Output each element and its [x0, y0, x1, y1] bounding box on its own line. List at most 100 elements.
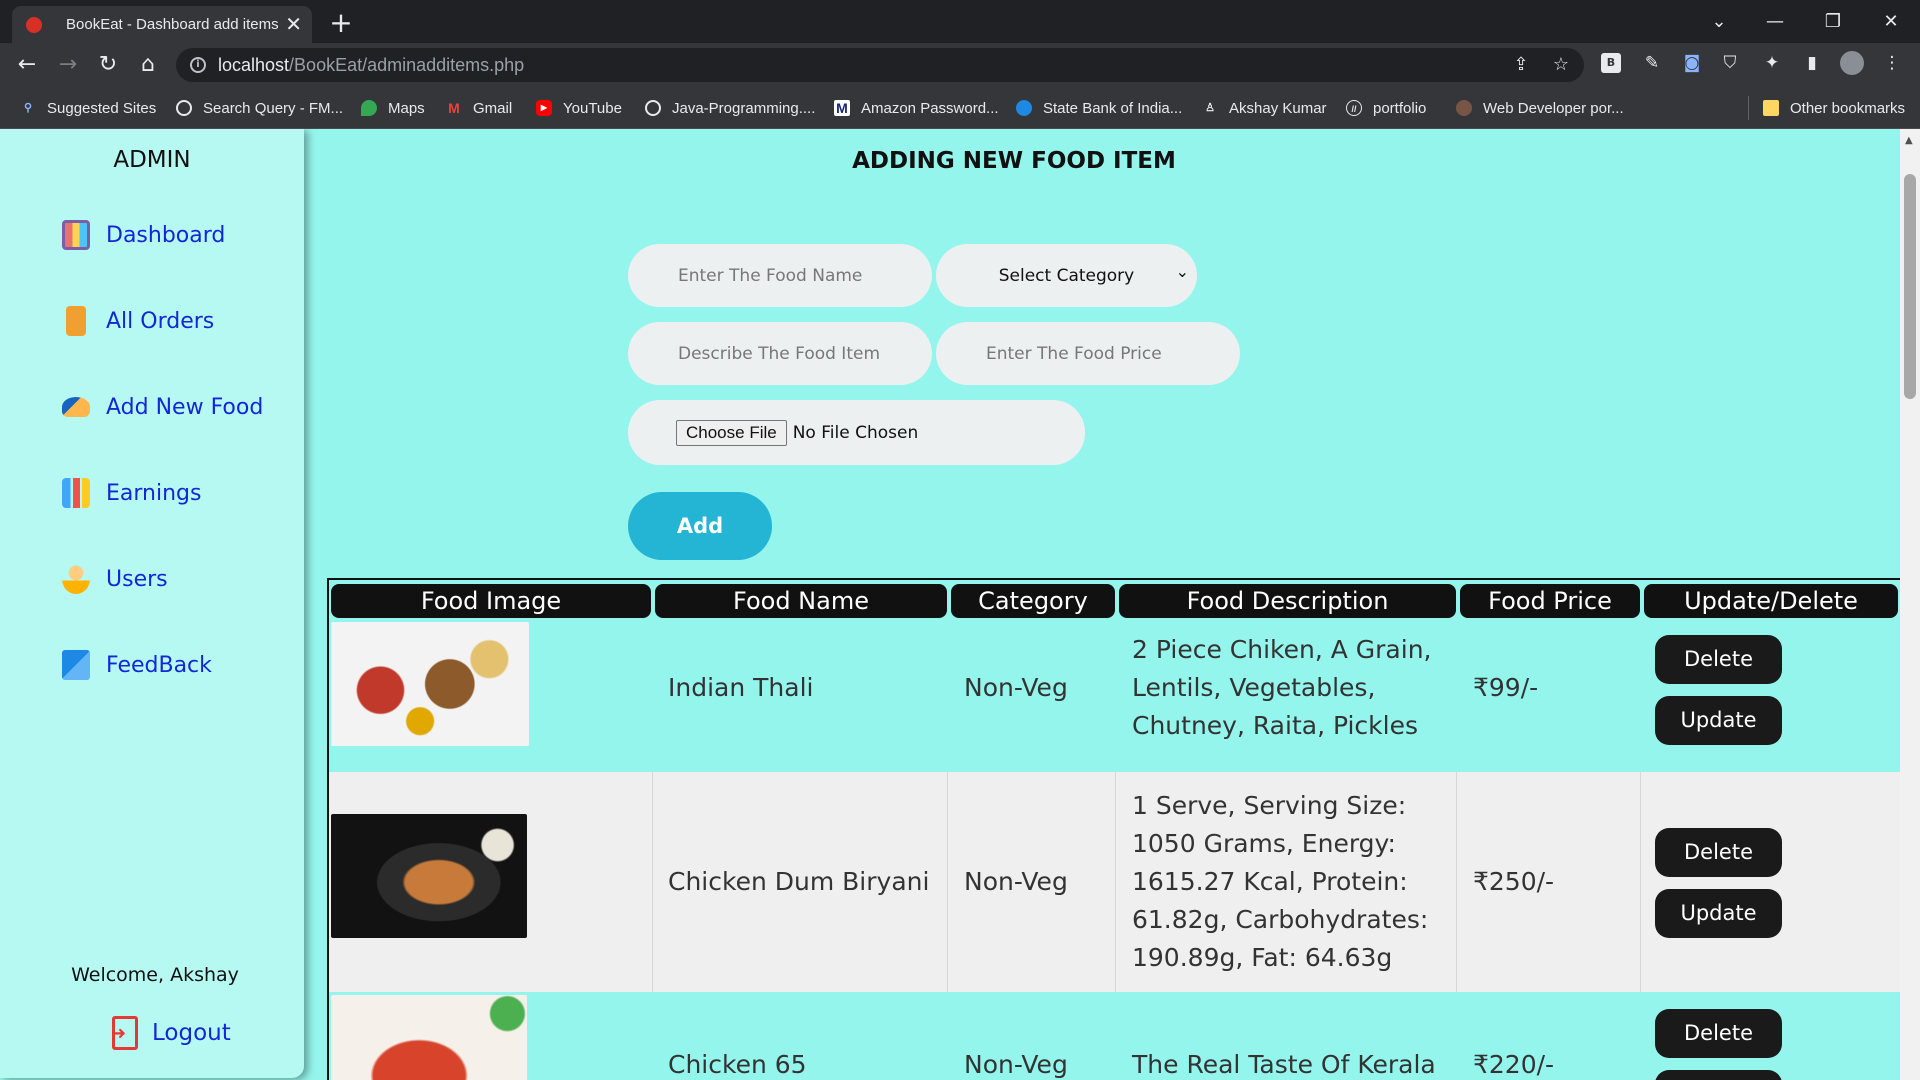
- bookmark-portfolio[interactable]: //portfolio: [1346, 97, 1426, 119]
- header-food-image: Food Image: [331, 584, 651, 618]
- description-input[interactable]: Describe The Food Item: [628, 322, 932, 385]
- address-bar[interactable]: i localhost/BookEat/adminadditems.php ⇪ …: [176, 48, 1584, 82]
- sidebar-item-feedback[interactable]: FeedBack: [62, 647, 212, 683]
- bookmark-search-query[interactable]: Search Query - FM...: [176, 97, 343, 119]
- favicon-icon: [26, 16, 42, 33]
- food-name: Indian Thali: [668, 673, 814, 702]
- bookmark-youtube[interactable]: ▶ YouTube: [536, 97, 622, 119]
- restore-icon[interactable]: ❐: [1810, 6, 1856, 38]
- close-window-icon[interactable]: ✕: [1868, 6, 1914, 38]
- delete-button[interactable]: Delete: [1655, 1009, 1782, 1058]
- column-divider: [1115, 772, 1116, 992]
- youtube-icon: ▶: [536, 100, 552, 116]
- url-host: localhost: [218, 54, 290, 75]
- extension-pen-icon[interactable]: ✎: [1640, 51, 1664, 75]
- file-input[interactable]: Choose File No File Chosen: [628, 400, 1085, 465]
- food-name-input[interactable]: Enter The Food Name: [628, 244, 932, 307]
- category-select[interactable]: Select Category ⌄: [936, 244, 1197, 307]
- update-button[interactable]: Update: [1655, 889, 1782, 938]
- globe-icon: [645, 100, 661, 116]
- food-description: 1 Serve, Serving Size: 1050 Grams, Energ…: [1132, 791, 1429, 972]
- reload-icon[interactable]: ↻: [94, 51, 122, 79]
- add-food-icon: [62, 397, 90, 417]
- delete-button[interactable]: Delete: [1655, 635, 1782, 684]
- header-category: Category: [951, 584, 1115, 618]
- extension-shield-icon[interactable]: ⛉: [1718, 51, 1742, 75]
- dashboard-icon: [62, 220, 90, 250]
- browser-chrome: BookEat - Dashboard add items ✕ + ⌄ — ❐ …: [0, 0, 1920, 129]
- sbi-icon: [1016, 100, 1032, 116]
- food-description: The Real Taste Of Kerala: [1132, 1050, 1436, 1079]
- sidebar-item-all-orders[interactable]: All Orders: [62, 303, 214, 339]
- back-icon[interactable]: ←: [13, 51, 41, 79]
- globe-icon: [176, 100, 192, 116]
- bookmark-other[interactable]: Other bookmarks: [1763, 97, 1905, 119]
- price-input[interactable]: Enter The Food Price: [936, 322, 1240, 385]
- bookmark-maps[interactable]: Maps: [361, 97, 425, 119]
- bookmark-gmail[interactable]: M Gmail: [446, 97, 512, 119]
- column-divider: [947, 772, 948, 992]
- bookmark-web-developer[interactable]: Web Developer por...: [1456, 97, 1624, 119]
- bookmark-java-programming[interactable]: Java-Programming....: [645, 97, 815, 119]
- food-table: Food Image Food Name Category Food Descr…: [327, 578, 1900, 1080]
- admin-sidebar: ADMIN Dashboard All Orders Add New Food …: [0, 129, 304, 1078]
- food-category: Non-Veg: [964, 673, 1068, 702]
- sidebar-item-add-new-food[interactable]: Add New Food: [62, 389, 263, 425]
- avatar-icon: [1456, 100, 1472, 116]
- bookmark-amazon-password[interactable]: M Amazon Password...: [834, 97, 999, 119]
- tab-title: BookEat - Dashboard add items: [66, 16, 279, 33]
- gmail-icon: M: [448, 100, 460, 116]
- food-price: ₹250/-: [1473, 867, 1555, 896]
- food-price: ₹220/-: [1473, 1050, 1555, 1079]
- sidebar-item-users[interactable]: Users: [62, 561, 168, 597]
- sidebar-title: ADMIN: [113, 147, 191, 173]
- logout-link[interactable]: Logout: [111, 1016, 231, 1050]
- sidebar-item-dashboard[interactable]: Dashboard: [62, 217, 225, 253]
- column-divider: [652, 772, 653, 992]
- sidebar-item-earnings[interactable]: Earnings: [62, 475, 201, 511]
- food-category: Non-Veg: [964, 1050, 1068, 1079]
- close-tab-icon[interactable]: ✕: [285, 12, 302, 37]
- new-tab-icon[interactable]: +: [324, 6, 358, 40]
- update-button[interactable]: Update: [1655, 1070, 1782, 1080]
- table-row: Chicken Dum Biryani Non-Veg 1 Serve, Ser…: [329, 772, 1900, 992]
- bookmark-state-bank[interactable]: State Bank of India...: [1016, 97, 1182, 119]
- update-button[interactable]: Update: [1655, 696, 1782, 745]
- tab-search-icon[interactable]: ⌄: [1696, 6, 1742, 38]
- bookmark-akshay-kumar[interactable]: ♙ Akshay Kumar: [1202, 97, 1326, 119]
- welcome-text: Welcome, Akshay: [71, 964, 239, 986]
- choose-file-button[interactable]: Choose File: [676, 419, 787, 446]
- side-panel-icon[interactable]: ▮: [1800, 51, 1824, 75]
- extensions-puzzle-icon[interactable]: ✦: [1760, 51, 1784, 75]
- amazon-m-icon: M: [834, 100, 850, 116]
- bookmarks-divider: [1748, 96, 1749, 120]
- scroll-up-icon[interactable]: ▲: [1905, 135, 1913, 146]
- page-viewport: ADMIN Dashboard All Orders Add New Food …: [0, 129, 1920, 1080]
- category-select-value: Select Category: [998, 265, 1135, 286]
- header-update-delete: Update/Delete: [1644, 584, 1898, 618]
- forward-icon[interactable]: →: [54, 51, 82, 79]
- header-food-name: Food Name: [655, 584, 947, 618]
- bookmark-suggested-sites[interactable]: ⚲ Suggested Sites: [20, 97, 156, 119]
- extension-b-icon[interactable]: B: [1601, 53, 1621, 73]
- home-icon[interactable]: ⌂: [134, 51, 162, 79]
- bookmark-star-icon[interactable]: ☆: [1550, 54, 1572, 76]
- minimize-icon[interactable]: —: [1752, 6, 1798, 38]
- food-name: Chicken 65: [668, 1050, 807, 1079]
- site-info-icon[interactable]: i: [190, 57, 206, 73]
- folder-icon: [1763, 100, 1779, 116]
- scrollbar-thumb[interactable]: [1904, 174, 1916, 399]
- browser-tab[interactable]: BookEat - Dashboard add items ✕: [12, 6, 312, 43]
- food-image-indian-thali: [331, 622, 529, 746]
- food-description: 2 Piece Chiken, A Grain, Lentils, Vegeta…: [1132, 635, 1432, 740]
- file-status: No File Chosen: [792, 422, 919, 443]
- add-button[interactable]: Add: [628, 492, 772, 560]
- logout-icon: [111, 1016, 138, 1050]
- header-food-description: Food Description: [1119, 584, 1456, 618]
- page-scrollbar[interactable]: ▲: [1900, 129, 1920, 1080]
- delete-button[interactable]: Delete: [1655, 828, 1782, 877]
- menu-kebab-icon[interactable]: ⋮: [1880, 51, 1904, 75]
- profile-avatar[interactable]: [1840, 51, 1864, 75]
- share-icon[interactable]: ⇪: [1510, 54, 1532, 76]
- extension-search-icon[interactable]: ◙: [1680, 51, 1704, 75]
